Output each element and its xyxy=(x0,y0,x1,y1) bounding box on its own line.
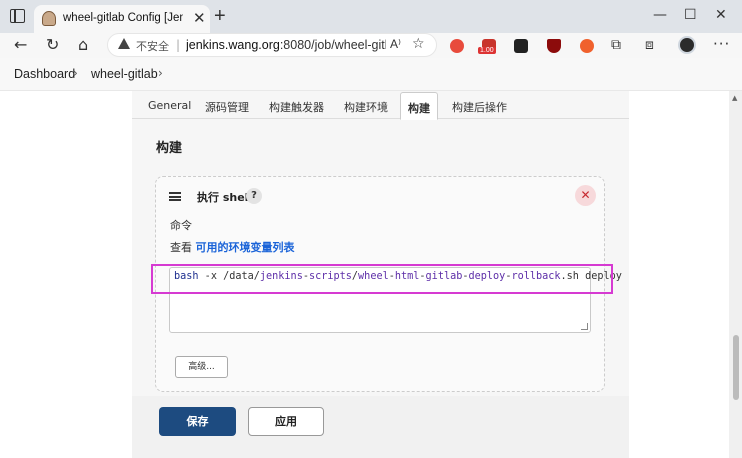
insecure-label: 不安全 xyxy=(136,40,169,53)
apply-button[interactable]: 应用 xyxy=(248,407,324,436)
tab-post-build[interactable]: 构建后操作 xyxy=(452,99,507,115)
browser-tab[interactable]: wheel-gitlab Config [Jenkins] ✕ xyxy=(34,5,210,33)
drag-handle-icon[interactable] xyxy=(169,192,181,201)
section-title: 构建 xyxy=(156,141,183,156)
collections-icon[interactable]: ⧈ xyxy=(645,34,654,56)
advanced-button[interactable]: 高级... xyxy=(175,356,228,378)
jenkins-favicon-icon xyxy=(42,11,56,26)
extension-icon[interactable] xyxy=(450,39,464,53)
chevron-right-icon[interactable]: › xyxy=(158,66,163,80)
scroll-thumb[interactable] xyxy=(733,335,739,400)
tab-source-control[interactable]: 源码管理 xyxy=(205,99,249,115)
breadcrumb-job[interactable]: wheel-gitlab xyxy=(91,67,158,81)
scroll-up-icon[interactable]: ▲ xyxy=(732,94,737,102)
back-icon[interactable]: ← xyxy=(14,34,27,56)
config-tabs: General 源码管理 构建触发器 构建环境 构建 构建后操作 xyxy=(132,91,629,120)
help-icon[interactable]: ? xyxy=(246,188,262,204)
url-separator: | xyxy=(176,38,181,52)
url-text[interactable]: jenkins.wang.org:8080/job/wheel-gitlab/.… xyxy=(186,38,386,52)
home-icon[interactable]: ⌂ xyxy=(78,34,88,56)
extension-icon[interactable] xyxy=(580,39,594,53)
close-window-icon[interactable]: ✕ xyxy=(715,6,727,24)
new-tab-button[interactable]: + xyxy=(214,4,226,28)
extension-badge: 1.00 xyxy=(478,47,496,54)
tab-general[interactable]: General xyxy=(148,99,191,112)
extensions-puzzle-icon[interactable]: ⧉ xyxy=(611,34,621,56)
tab-close-icon[interactable]: ✕ xyxy=(193,9,206,27)
highlight-annotation xyxy=(151,264,613,294)
step-title: 执行 shell xyxy=(197,191,253,204)
minimize-icon[interactable]: — xyxy=(653,6,667,24)
add-favorite-icon[interactable]: ☆ xyxy=(412,36,425,52)
breadcrumb-dashboard[interactable]: Dashboard xyxy=(14,67,75,81)
warning-icon xyxy=(118,38,130,49)
save-button[interactable]: 保存 xyxy=(159,407,236,436)
address-bar[interactable]: 不安全 | jenkins.wang.org:8080/job/wheel-gi… xyxy=(107,33,437,57)
maximize-icon[interactable]: ☐ xyxy=(684,6,697,24)
ublock-icon[interactable] xyxy=(547,39,561,53)
browser-toolbar: ← ↻ ⌂ 不安全 | jenkins.wang.org:8080/job/wh… xyxy=(0,33,742,58)
refresh-icon[interactable]: ↻ xyxy=(46,34,59,56)
command-label: 命令 xyxy=(170,219,192,232)
env-vars-link[interactable]: 可用的环境变量列表 xyxy=(196,241,295,254)
window-menu-icon[interactable] xyxy=(10,9,25,23)
breadcrumb: Dashboard › wheel-gitlab › xyxy=(0,58,742,91)
more-menu-icon[interactable]: ··· xyxy=(713,35,730,53)
env-vars-line: 查看 可用的环境变量列表 xyxy=(170,241,295,254)
delete-step-button[interactable]: ✕ xyxy=(575,185,596,206)
extension-icon[interactable] xyxy=(514,39,528,53)
tab-build[interactable]: 构建 xyxy=(400,92,438,120)
tab-title: wheel-gitlab Config [Jenkins] xyxy=(63,12,183,24)
browser-title-bar: wheel-gitlab Config [Jenkins] ✕ + — ☐ ✕ xyxy=(0,0,742,33)
resize-grip-icon[interactable] xyxy=(581,323,588,330)
tab-build-environment[interactable]: 构建环境 xyxy=(344,99,388,115)
chevron-right-icon: › xyxy=(73,66,78,80)
profile-avatar[interactable] xyxy=(678,36,696,54)
read-aloud-icon[interactable]: A⁾ xyxy=(390,37,401,51)
page-scrollbar[interactable] xyxy=(729,91,742,458)
tab-build-triggers[interactable]: 构建触发器 xyxy=(269,99,324,115)
